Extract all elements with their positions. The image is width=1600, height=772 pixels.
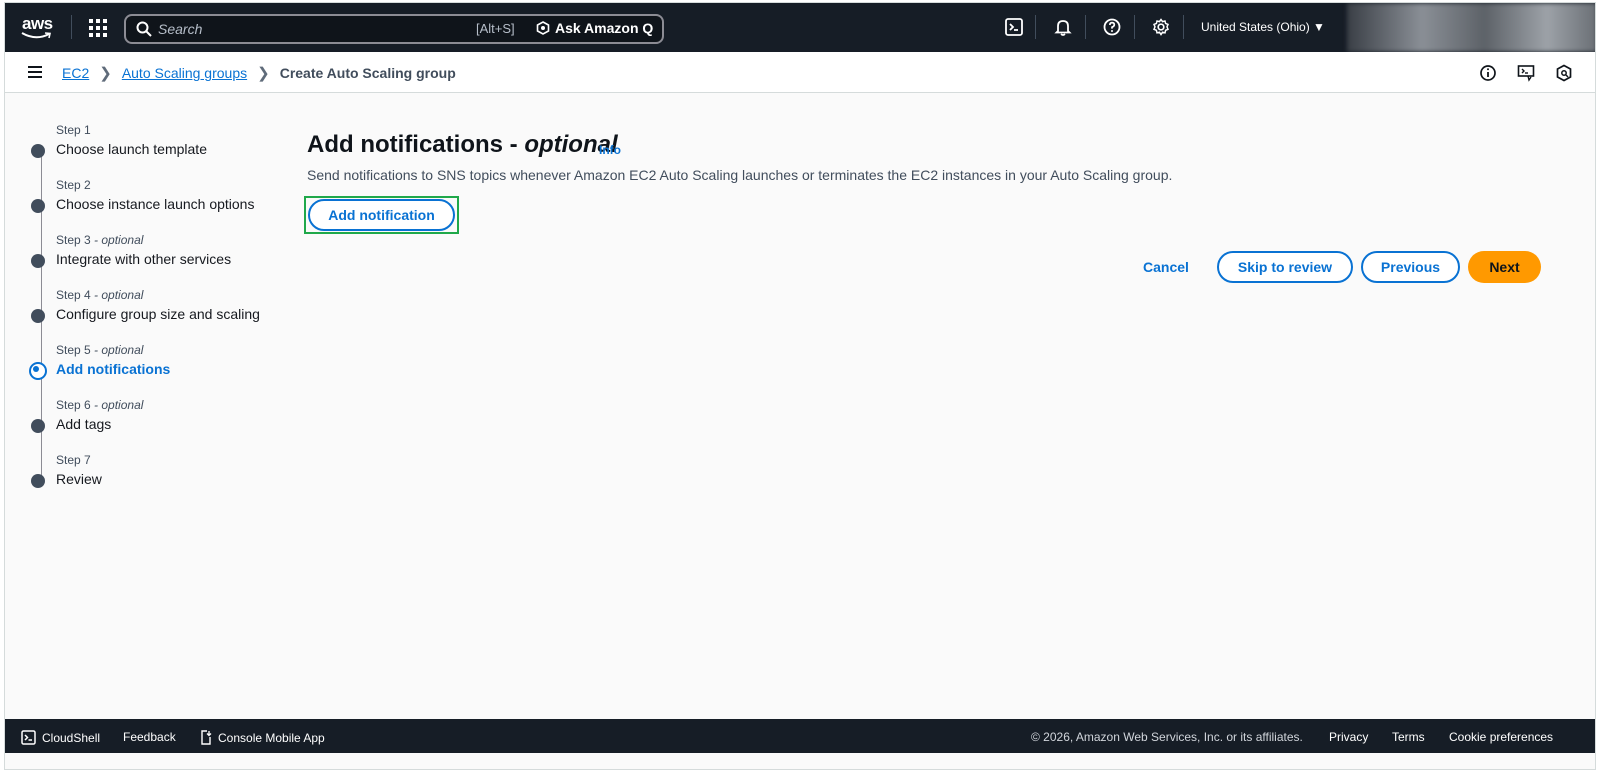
- search-input[interactable]: [158, 19, 458, 39]
- step-number: Step 1: [56, 123, 91, 137]
- aws-logo-text: aws: [22, 14, 53, 33]
- step-label[interactable]: Review: [56, 471, 102, 487]
- console-frame: aws [Alt+S]: [4, 2, 1596, 770]
- step-label[interactable]: Add notifications: [56, 361, 170, 377]
- wizard-step-6[interactable]: Step 6 - optional Add tags: [27, 398, 287, 453]
- step-number: Step 2: [56, 178, 91, 192]
- step-indicator: [31, 474, 45, 488]
- wizard-step-2[interactable]: Step 2 Choose instance launch options: [27, 178, 287, 233]
- search-bar[interactable]: [Alt+S] Ask Amazon Q: [124, 14, 664, 44]
- help-icon[interactable]: [1102, 17, 1122, 37]
- footer-terms-link[interactable]: Terms: [1392, 730, 1425, 744]
- wizard-step-3[interactable]: Step 3 - optional Integrate with other s…: [27, 233, 287, 288]
- top-navigation: aws [Alt+S]: [5, 3, 1595, 52]
- wizard-step-4[interactable]: Step 4 - optional Configure group size a…: [27, 288, 287, 343]
- page-title-text: Add notifications -: [307, 131, 525, 158]
- chevron-right-icon: ❯: [257, 65, 270, 82]
- settings-gear-icon[interactable]: [1151, 17, 1171, 37]
- chevron-right-icon: ❯: [99, 65, 112, 82]
- nav-divider: [1183, 15, 1184, 39]
- cancel-button[interactable]: Cancel: [1131, 251, 1201, 283]
- step-optional: - optional: [90, 288, 144, 302]
- breadcrumb-auto-scaling-groups[interactable]: Auto Scaling groups: [122, 65, 247, 81]
- wizard-step-7[interactable]: Step 7 Review: [27, 453, 287, 508]
- step-number-text: Step 4: [56, 288, 91, 302]
- next-button[interactable]: Next: [1468, 251, 1541, 283]
- footer-privacy-link[interactable]: Privacy: [1329, 730, 1368, 744]
- add-notification-highlight: Add notification: [304, 196, 459, 234]
- step-number-text: Step 1: [56, 123, 91, 137]
- info-panel-icon[interactable]: [1479, 64, 1497, 82]
- step-number-text: Step 3: [56, 233, 91, 247]
- aws-logo[interactable]: aws: [19, 12, 55, 42]
- add-notification-button[interactable]: Add notification: [308, 199, 455, 231]
- ask-amazon-q-label: Ask Amazon Q: [555, 20, 654, 36]
- step-indicator: [31, 309, 45, 323]
- step-number-text: Step 5: [56, 343, 91, 357]
- step-label[interactable]: Choose launch template: [56, 141, 207, 157]
- menu-hamburger-icon[interactable]: [27, 65, 43, 79]
- breadcrumb-ec2[interactable]: EC2: [62, 65, 89, 81]
- footer-mobile-app-link[interactable]: Console Mobile App: [200, 730, 325, 745]
- search-shortcut: [Alt+S]: [476, 21, 515, 36]
- account-menu-redacted[interactable]: [1347, 3, 1595, 52]
- page-description: Send notifications to SNS topics wheneve…: [307, 167, 1173, 183]
- footer-cookie-preferences-link[interactable]: Cookie preferences: [1449, 730, 1553, 744]
- step-number: Step 6 - optional: [56, 398, 143, 412]
- breadcrumb-current: Create Auto Scaling group: [279, 65, 456, 81]
- step-optional: - optional: [90, 398, 144, 412]
- page-title: Add notifications - optional: [307, 131, 618, 159]
- nav-divider: [1035, 15, 1036, 39]
- footer-mobile-app-label: Console Mobile App: [218, 730, 325, 745]
- footer-feedback-link[interactable]: Feedback: [123, 730, 176, 744]
- info-link[interactable]: Info: [599, 143, 621, 157]
- step-optional: - optional: [90, 233, 144, 247]
- step-number: Step 3 - optional: [56, 233, 143, 247]
- mobile-download-icon: [201, 730, 212, 745]
- services-grid-icon[interactable]: [89, 19, 107, 37]
- cloudshell-icon[interactable]: [1004, 17, 1024, 37]
- footer-cloudshell-label: CloudShell: [42, 730, 101, 745]
- breadcrumb: EC2 ❯ Auto Scaling groups ❯ Create Auto …: [62, 64, 456, 82]
- step-number-text: Step 6: [56, 398, 91, 412]
- ask-amazon-q-button[interactable]: Ask Amazon Q: [536, 20, 653, 36]
- step-label[interactable]: Choose instance launch options: [56, 196, 254, 212]
- amazon-q-panel-icon[interactable]: [1555, 64, 1573, 82]
- step-number: Step 5 - optional: [56, 343, 143, 357]
- cloudshell-icon: [21, 730, 36, 745]
- step-indicator-active: [29, 362, 47, 380]
- nav-divider: [1134, 15, 1135, 39]
- step-indicator: [31, 199, 45, 213]
- footer-feedback-label: Feedback: [123, 730, 176, 744]
- footer: CloudShell Feedback Console Mobile App ©…: [5, 719, 1595, 753]
- feedback-screen-icon[interactable]: [1517, 64, 1535, 82]
- step-number-text: Step 2: [56, 178, 91, 192]
- footer-copyright: © 2026, Amazon Web Services, Inc. or its…: [1031, 730, 1303, 744]
- step-number: Step 7: [56, 453, 91, 467]
- aws-smile-icon: [21, 32, 51, 39]
- wizard-step-1[interactable]: Step 1 Choose launch template: [27, 123, 287, 178]
- step-label[interactable]: Configure group size and scaling: [56, 306, 260, 322]
- amazon-q-icon: [536, 21, 550, 35]
- region-selector[interactable]: United States (Ohio) ▼: [1201, 20, 1325, 34]
- step-indicator: [31, 419, 45, 433]
- step-number: Step 4 - optional: [56, 288, 143, 302]
- nav-divider: [1085, 15, 1086, 39]
- step-number-text: Step 7: [56, 453, 91, 467]
- previous-button[interactable]: Previous: [1361, 251, 1460, 283]
- notifications-bell-icon[interactable]: [1053, 17, 1073, 37]
- footer-cloudshell-link[interactable]: CloudShell: [21, 730, 100, 745]
- step-label[interactable]: Add tags: [56, 416, 111, 432]
- step-indicator: [31, 254, 45, 268]
- search-icon: [136, 21, 152, 37]
- wizard-step-5-active[interactable]: Step 5 - optional Add notifications: [27, 343, 287, 398]
- skip-to-review-button[interactable]: Skip to review: [1217, 251, 1353, 283]
- breadcrumb-bar: EC2 ❯ Auto Scaling groups ❯ Create Auto …: [5, 52, 1595, 93]
- step-label[interactable]: Integrate with other services: [56, 251, 231, 267]
- step-indicator: [31, 144, 45, 158]
- step-optional: - optional: [90, 343, 144, 357]
- nav-divider: [71, 15, 72, 39]
